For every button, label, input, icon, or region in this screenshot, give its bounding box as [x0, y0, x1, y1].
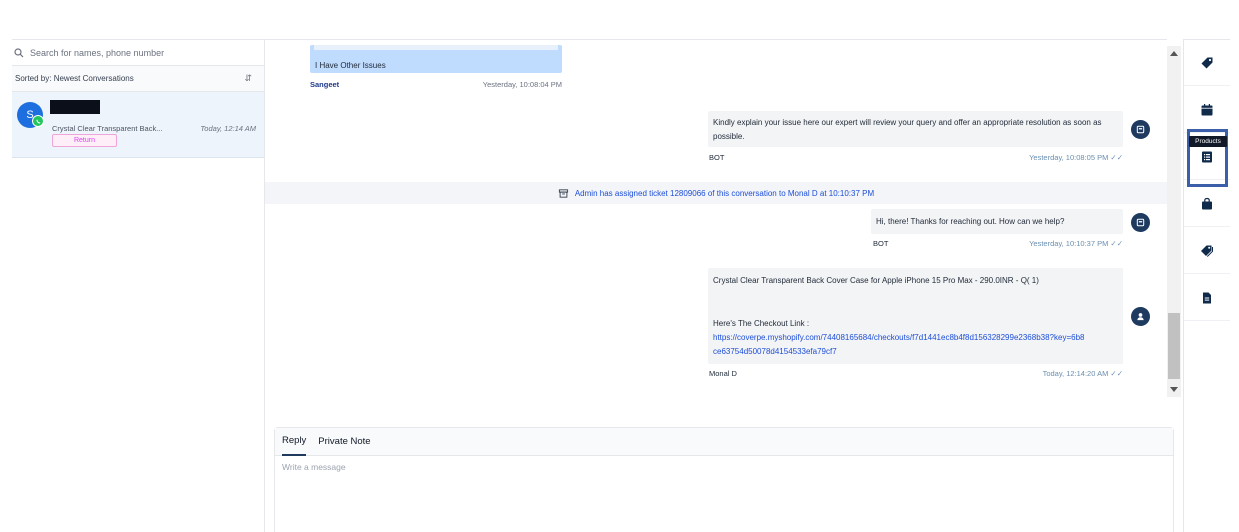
bot-message-bubble: Kindly explain your issue here our exper…: [708, 111, 1123, 147]
shopping-bag-icon: [1202, 197, 1212, 209]
system-notice-text: Admin has assigned ticket 12809066 of th…: [574, 188, 875, 198]
conversation-list-panel: Sorted by: Newest Conversations ⇵ S Crys…: [12, 39, 265, 532]
bot-message-meta: BOT Yesterday, 10:08:05 PM ✓✓: [709, 153, 1123, 162]
tags-icon: [1201, 245, 1213, 257]
sender-name: BOT: [709, 153, 725, 162]
sender-name: Sangeet: [310, 80, 340, 89]
sort-label: Sorted by: Newest Conversations: [15, 74, 134, 83]
rail-notes-button[interactable]: [1184, 275, 1230, 321]
message-time: Yesterday, 10:08:05 PM: [1029, 153, 1109, 162]
agent-message-label: Here's The Checkout Link :: [713, 319, 810, 328]
read-ticks-icon: ✓✓: [1110, 239, 1123, 248]
tab-reply[interactable]: Reply: [282, 428, 307, 456]
tab-private-note[interactable]: Private Note: [318, 428, 370, 456]
message-time: Yesterday, 10:08:04 PM: [482, 80, 562, 89]
agent-message-product: Crystal Clear Transparent Back Cover Cas…: [713, 276, 1039, 285]
chat-thread: I Have Other Issues Sangeet Yesterday, 1…: [265, 39, 1167, 397]
bot-icon: [1131, 213, 1150, 232]
search-icon: [14, 47, 24, 57]
app-root: Sorted by: Newest Conversations ⇵ S Crys…: [0, 0, 1239, 532]
scroll-thumb[interactable]: [1168, 313, 1180, 379]
bot-message-meta: BOT Yesterday, 10:10:37 PM ✓✓: [873, 239, 1123, 248]
agent-message-bubble: Crystal Clear Transparent Back Cover Cas…: [708, 268, 1123, 364]
composer-tabs: Reply Private Note: [275, 428, 1173, 456]
tag-icon: [1201, 57, 1213, 68]
system-notice: Admin has assigned ticket 12809066 of th…: [265, 182, 1167, 204]
search-input[interactable]: [30, 47, 250, 58]
status-badge: Return: [52, 134, 117, 147]
rail-orders-button[interactable]: [1184, 181, 1230, 227]
message-time: Yesterday, 10:10:37 PM: [1029, 239, 1109, 248]
bot-icon: [1131, 120, 1150, 139]
message-time: Today, 12:14:20 AM: [1042, 369, 1109, 378]
bot-message-text: Hi, there! Thanks for reaching out. How …: [876, 217, 1065, 226]
products-tooltip: Products: [1189, 136, 1227, 147]
sender-name: Monal D: [709, 369, 737, 378]
sender-name: BOT: [873, 239, 889, 248]
rail-tags-button[interactable]: [1184, 228, 1230, 274]
sort-toggle-icon[interactable]: ⇵: [244, 73, 252, 84]
search-row: [12, 40, 264, 66]
customer-message-bubble: I Have Other Issues: [310, 45, 562, 73]
scroll-down-icon[interactable]: [1170, 387, 1178, 392]
conversation-time: Today, 12:14 AM: [200, 124, 256, 133]
sort-row: Sorted by: Newest Conversations ⇵: [12, 66, 264, 92]
whatsapp-icon: [32, 115, 44, 127]
rail-tag-button[interactable]: [1184, 40, 1230, 86]
checkout-link[interactable]: https://coverpe.myshopify.com/7440816568…: [713, 331, 1088, 359]
read-ticks-icon: ✓✓: [1110, 153, 1123, 162]
conversation-preview: Crystal Clear Transparent Back...: [52, 124, 163, 133]
customer-message-text: I Have Other Issues: [315, 61, 386, 70]
rail-calendar-button[interactable]: [1184, 87, 1230, 133]
bot-message-text: Kindly explain your issue here our exper…: [713, 118, 1102, 141]
message-input[interactable]: [275, 456, 1155, 496]
document-icon: [1203, 292, 1211, 303]
chat-scrollbar[interactable]: [1167, 46, 1181, 397]
agent-message-meta: Monal D Today, 12:14:20 AM ✓✓: [709, 369, 1123, 378]
scroll-up-icon[interactable]: [1170, 51, 1178, 56]
calendar-icon: [1201, 103, 1213, 115]
read-ticks-icon: ✓✓: [1110, 369, 1123, 378]
agent-avatar-icon: [1131, 307, 1150, 326]
conversation-item[interactable]: S Crystal Clear Transparent Back... Toda…: [12, 92, 264, 158]
bot-message-bubble: Hi, there! Thanks for reaching out. How …: [871, 209, 1123, 234]
redacted-contact-name: [50, 100, 100, 114]
archive-icon: [558, 188, 568, 198]
customer-message-meta: Sangeet Yesterday, 10:08:04 PM: [310, 80, 562, 89]
message-composer: Reply Private Note: [274, 427, 1174, 532]
right-rail: [1183, 39, 1230, 532]
